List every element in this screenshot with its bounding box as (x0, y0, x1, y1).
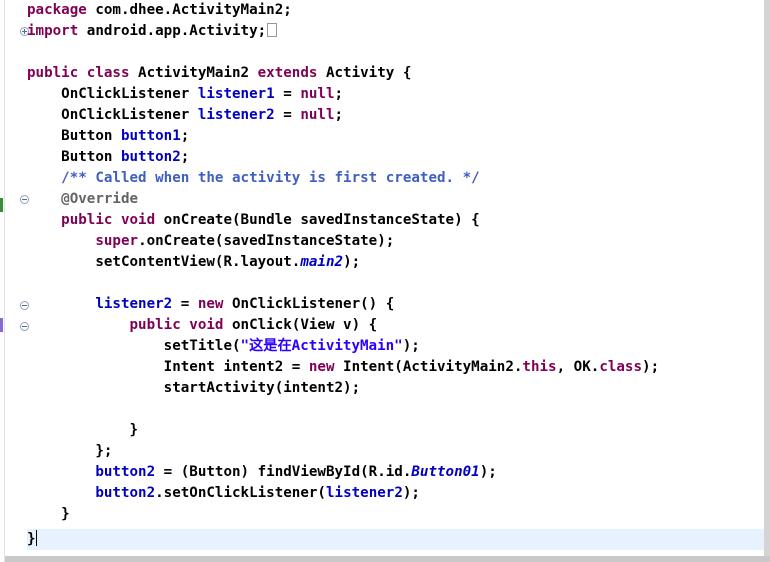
code-line[interactable]: public void onCreate(Bundle savedInstanc… (27, 210, 480, 231)
code-line[interactable]: Button button1; (27, 126, 189, 147)
code-line[interactable]: Intent intent2 = new Intent(ActivityMain… (27, 357, 659, 378)
code-line[interactable]: /** Called when the activity is first cr… (27, 168, 480, 189)
code-line[interactable]: } (27, 504, 70, 525)
code-line[interactable]: button2 = (Button) findViewById(R.id.But… (27, 462, 496, 483)
change-marker[interactable] (0, 198, 3, 212)
code-line[interactable]: OnClickListener listener1 = null; (27, 84, 343, 105)
code-line[interactable]: package com.dhee.ActivityMain2; (27, 0, 292, 21)
code-line[interactable]: super.onCreate(savedInstanceState); (27, 231, 394, 252)
code-line[interactable]: @Override (27, 189, 138, 210)
fold-gutter (5, 0, 29, 556)
code-line[interactable]: public void onClick(View v) { (27, 315, 378, 336)
current-line-highlight (27, 529, 764, 550)
code-editor[interactable]: package com.dhee.ActivityMain2; import a… (27, 0, 764, 556)
code-line[interactable]: } (27, 529, 37, 550)
code-line[interactable]: button2.setOnClickListener(listener2); (27, 483, 420, 504)
code-line[interactable]: OnClickListener listener2 = null; (27, 105, 343, 126)
code-line[interactable]: setTitle("这是在ActivityMain"); (27, 336, 420, 357)
code-line[interactable]: listener2 = new OnClickListener() { (27, 294, 394, 315)
code-line[interactable]: setContentView(R.layout.main2); (27, 252, 360, 273)
code-line[interactable]: public class ActivityMain2 extends Activ… (27, 63, 411, 84)
window-bottom-frame (0, 556, 770, 562)
code-line[interactable]: }; (27, 441, 112, 462)
code-line[interactable]: Button button2; (27, 147, 189, 168)
change-marker[interactable] (0, 318, 3, 332)
text-cursor (35, 530, 37, 546)
code-line[interactable]: startActivity(intent2); (27, 378, 360, 399)
window-right-frame (764, 0, 770, 562)
collapsed-imports-icon[interactable] (267, 23, 278, 37)
code-line[interactable]: import android.app.Activity; (27, 21, 278, 42)
code-line[interactable]: } (27, 420, 138, 441)
